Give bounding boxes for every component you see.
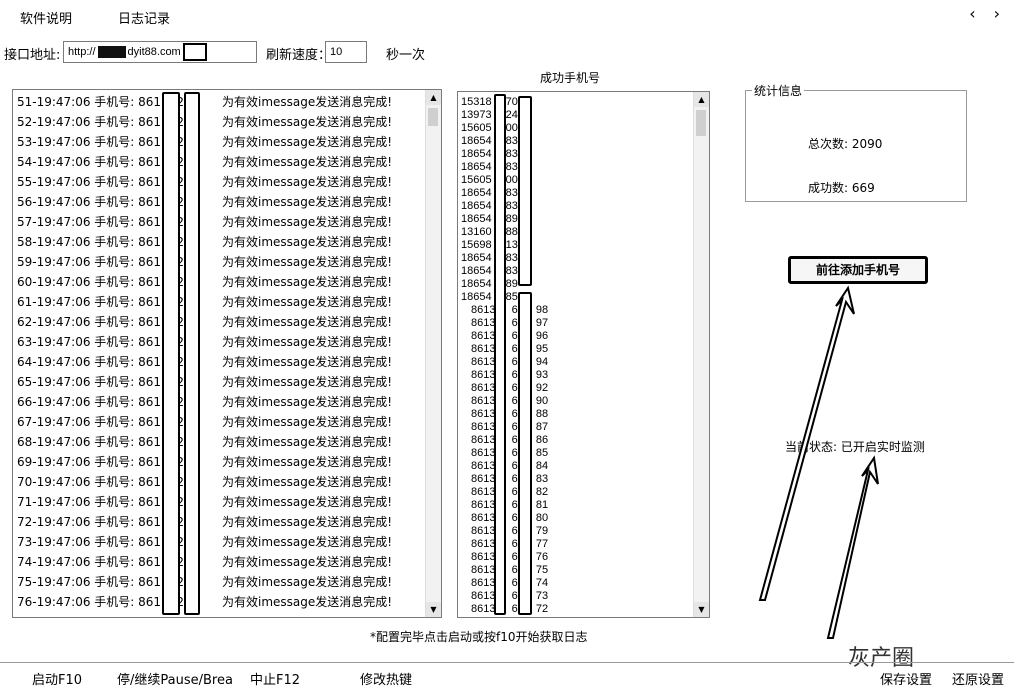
hint-text: *配置完毕点击启动或按f10开始获取日志 bbox=[370, 630, 588, 644]
arrow-to-status-icon bbox=[826, 455, 879, 639]
save-settings-button[interactable]: 保存设置 bbox=[880, 669, 932, 688]
restore-settings-button[interactable]: 还原设置 bbox=[952, 669, 1004, 688]
stop-button[interactable]: 中止F12 bbox=[250, 669, 300, 688]
arrow-to-button-icon bbox=[758, 285, 855, 601]
start-button[interactable]: 启动F10 bbox=[32, 669, 82, 688]
pause-button[interactable]: 停/继续Pause/Brea bbox=[117, 669, 233, 688]
annotation-arrows bbox=[758, 285, 879, 639]
watermark: 灰产圈 bbox=[848, 646, 915, 671]
bottom-divider bbox=[0, 662, 1014, 663]
hotkey-button[interactable]: 修改热键 bbox=[360, 669, 412, 688]
